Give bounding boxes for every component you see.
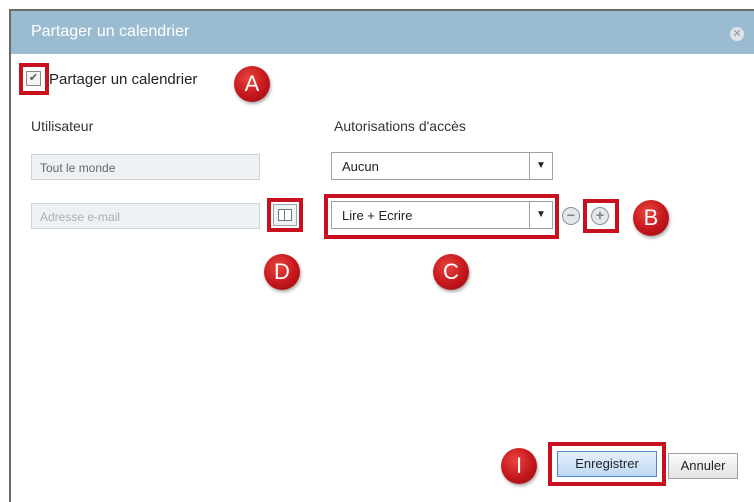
access-select-everyone-value: Aucun: [342, 159, 379, 174]
marker-a: A: [234, 66, 270, 102]
chevron-down-icon[interactable]: ▼: [529, 153, 552, 179]
save-button[interactable]: Enregistrer: [557, 451, 657, 477]
access-select-email-value: Lire + Ecrire: [342, 208, 413, 223]
close-icon[interactable]: ✕: [730, 27, 744, 41]
access-select-email[interactable]: Lire + Ecrire ▼: [331, 201, 553, 229]
remove-row-icon[interactable]: −: [562, 207, 580, 225]
marker-c: C: [433, 254, 469, 290]
share-calendar-dialog: Partager un calendrier ✕ ✔ Partager un c…: [9, 9, 754, 502]
share-checkbox[interactable]: ✔: [26, 71, 41, 86]
email-field[interactable]: Adresse e-mail: [31, 203, 260, 229]
add-row-icon[interactable]: +: [591, 207, 609, 225]
access-select-everyone[interactable]: Aucun ▼: [331, 152, 553, 180]
share-checkbox-label: Partager un calendrier: [49, 71, 198, 88]
cancel-button[interactable]: Annuler: [668, 453, 738, 479]
dialog-titlebar: Partager un calendrier ✕: [11, 11, 754, 54]
marker-b: B: [633, 200, 669, 236]
chevron-down-icon[interactable]: ▼: [529, 202, 552, 228]
dialog-title: Partager un calendrier: [31, 23, 190, 40]
address-book-button[interactable]: [273, 204, 297, 226]
user-column-header: Utilisateur: [31, 118, 94, 134]
user-field-everyone[interactable]: Tout le monde: [31, 154, 260, 180]
address-book-icon: [278, 209, 292, 221]
marker-i: I: [501, 448, 537, 484]
access-column-header: Autorisations d'accès: [334, 118, 466, 134]
marker-d: D: [264, 254, 300, 290]
